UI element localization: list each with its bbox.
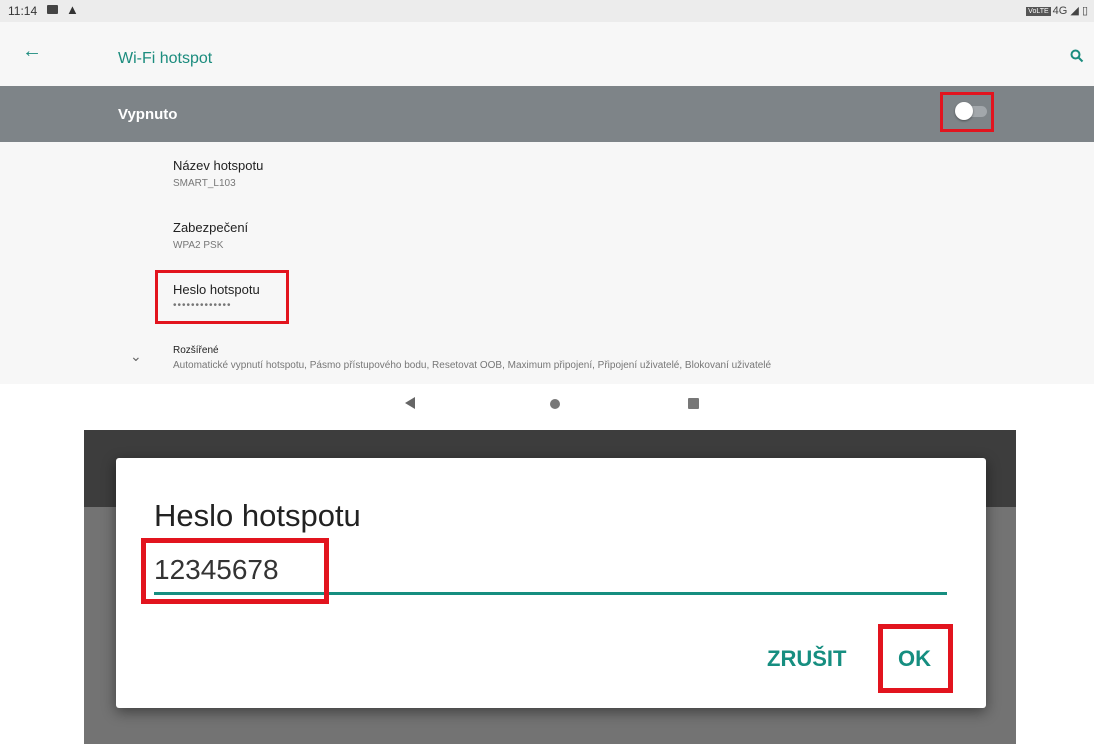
page-title: Wi-Fi hotspot [118, 50, 213, 67]
app-bar: ← Wi-Fi hotspot [0, 22, 1094, 86]
signal-icon: ◢ [1070, 5, 1079, 17]
master-switch-bar[interactable]: Vypnuto [0, 86, 1094, 142]
network-type: 4G [1052, 5, 1068, 17]
volte-badge: VoLTE [1026, 6, 1051, 16]
status-time: 11:14 [8, 4, 38, 18]
highlight-switch [940, 92, 994, 132]
advanced-summary: Automatické vypnutí hotspotu, Pásmo přís… [173, 360, 772, 371]
highlight-password-item [155, 270, 289, 324]
chevron-down-icon: ⌄ [130, 348, 142, 364]
dialog-title: Heslo hotspotu [154, 498, 361, 533]
hotspot-name-value: SMART_L103 [173, 178, 236, 189]
back-arrow-icon[interactable]: ← [22, 40, 42, 63]
password-dialog: Heslo hotspotu ZRUŠIT OK [116, 458, 986, 708]
advanced-title: Rozšířené [173, 345, 219, 356]
security-value: WPA2 PSK [173, 240, 224, 251]
warning-icon: ▲ [66, 2, 79, 17]
hotspot-name-title: Název hotspotu [173, 158, 264, 173]
battery-icon: ▯ [1081, 5, 1088, 17]
navigation-bar [0, 384, 1094, 430]
cancel-button[interactable]: ZRUŠIT [767, 646, 846, 672]
nav-back-icon[interactable] [405, 397, 415, 409]
advanced-item[interactable]: ⌄ Rozšířené Automatické vypnutí hotspotu… [0, 338, 1094, 380]
highlight-password-input [141, 538, 329, 604]
highlight-ok-button [878, 624, 953, 693]
dialog-screenshot: Heslo hotspotu ZRUŠIT OK [84, 430, 1016, 744]
status-bar: 11:14 ▲ VoLTE 4G ◢ ▯ [0, 0, 1094, 22]
nav-home-icon[interactable] [550, 399, 560, 409]
master-switch-label: Vypnuto [118, 106, 178, 123]
search-icon[interactable] [1070, 49, 1084, 68]
security-item[interactable]: Zabezpečení WPA2 PSK [0, 212, 1094, 258]
image-icon [47, 5, 58, 14]
hotspot-name-item[interactable]: Název hotspotu SMART_L103 [0, 150, 1094, 196]
security-title: Zabezpečení [173, 220, 249, 235]
status-indicators: VoLTE 4G ◢ ▯ [1026, 4, 1088, 17]
nav-recents-icon[interactable] [688, 398, 699, 409]
